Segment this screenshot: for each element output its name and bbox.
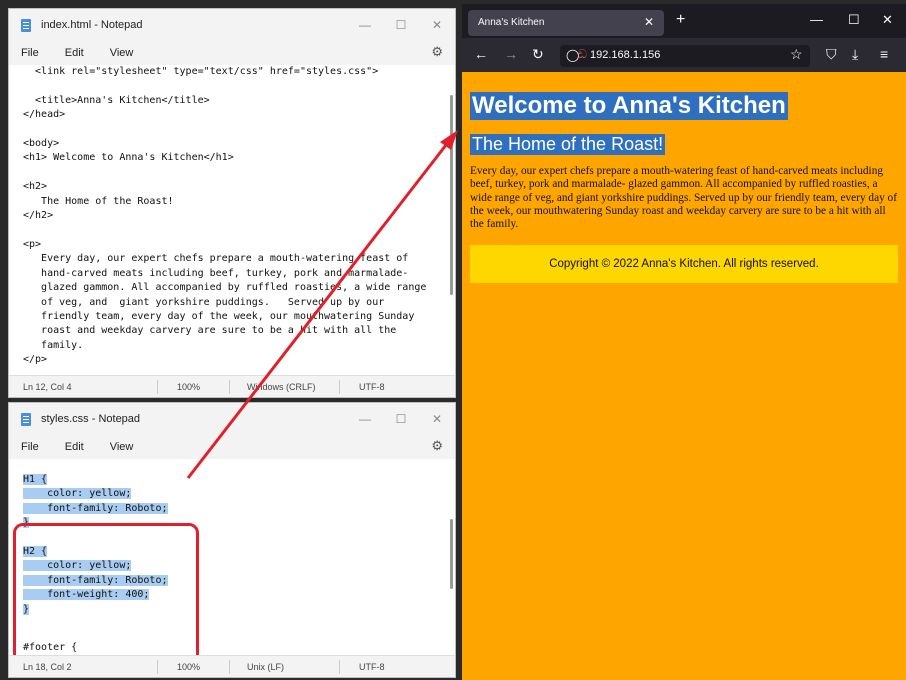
- cursor-position: Ln 12, Col 4: [23, 382, 72, 392]
- annotation-highlight-box: [13, 523, 199, 655]
- line-ending: Unix (LF): [247, 662, 285, 672]
- zoom-level: 100%: [177, 382, 201, 392]
- web-page-content: Welcome to Anna's Kitchen The Home of th…: [462, 72, 906, 284]
- scrollbar[interactable]: [450, 519, 453, 589]
- notepad-titlebar[interactable]: index.html - Notepad — ☐ ✕: [9, 9, 455, 41]
- new-tab-button[interactable]: +: [676, 11, 685, 29]
- zoom-level: 100%: [177, 662, 201, 672]
- notepad-icon: [21, 412, 31, 426]
- notepad-title: index.html - Notepad: [41, 19, 143, 31]
- reload-icon[interactable]: ↻: [532, 46, 544, 63]
- menu-bar: File Edit View ⚙: [9, 41, 455, 65]
- back-icon[interactable]: ←: [474, 46, 488, 62]
- editor-area[interactable]: H1 { color: yellow; font-family: Roboto;…: [9, 459, 455, 655]
- menu-edit[interactable]: Edit: [65, 47, 84, 59]
- line-ending: Windows (CRLF): [247, 382, 316, 392]
- maximize-button[interactable]: ☐: [383, 18, 419, 32]
- close-tab-icon[interactable]: ✕: [644, 15, 654, 29]
- menu-icon[interactable]: ≡: [880, 46, 888, 62]
- menu-view[interactable]: View: [110, 47, 134, 59]
- status-bar: Ln 18, Col 2 100% Unix (LF) UTF-8: [9, 655, 455, 677]
- notepad-icon: [21, 18, 31, 32]
- tab-annas-kitchen[interactable]: Anna's Kitchen ✕: [468, 10, 664, 36]
- page-footer: Copyright © 2022 Anna's Kitchen. All rig…: [470, 245, 898, 284]
- download-icon[interactable]: ⤓: [852, 46, 858, 63]
- address-bar[interactable]: ◯ ඞ 192.168.1.156: [560, 45, 810, 67]
- notepad-window-index: index.html - Notepad — ☐ ✕ File Edit Vie…: [8, 8, 456, 398]
- gear-icon[interactable]: ⚙: [431, 438, 443, 454]
- menu-file[interactable]: File: [21, 441, 39, 453]
- menu-bar: File Edit View ⚙: [9, 435, 455, 459]
- minimize-button[interactable]: —: [347, 18, 383, 32]
- navigation-bar: ← → ↻ ◯ ඞ 192.168.1.156 ☆ ⛉ ⤓ ≡: [462, 38, 906, 72]
- minimize-button[interactable]: —: [347, 412, 383, 426]
- url-text: 192.168.1.156: [590, 49, 661, 61]
- menu-view[interactable]: View: [110, 441, 134, 453]
- tab-strip: Anna's Kitchen ✕ + — ☐ ✕: [462, 4, 906, 38]
- lock-icon[interactable]: ඞ: [578, 47, 587, 62]
- close-button[interactable]: ✕: [419, 412, 455, 426]
- notepad-titlebar[interactable]: styles.css - Notepad — ☐ ✕: [9, 403, 455, 435]
- tab-title: Anna's Kitchen: [478, 17, 545, 28]
- editor-text[interactable]: <link rel="stylesheet" type="text/css" h…: [9, 65, 455, 368]
- status-bar: Ln 12, Col 4 100% Windows (CRLF) UTF-8: [9, 375, 455, 397]
- encoding: UTF-8: [359, 662, 385, 672]
- close-button[interactable]: ✕: [419, 18, 455, 32]
- forward-icon[interactable]: →: [504, 46, 518, 62]
- scrollbar[interactable]: [450, 95, 453, 295]
- pocket-icon[interactable]: ⛉: [826, 46, 837, 63]
- browser-window: Anna's Kitchen ✕ + — ☐ ✕ ← → ↻ ◯ ඞ 192.1…: [462, 4, 906, 680]
- maximize-button[interactable]: ☐: [848, 12, 860, 28]
- page-heading: Welcome to Anna's Kitchen: [470, 92, 788, 120]
- minimize-button[interactable]: —: [810, 12, 823, 27]
- maximize-button[interactable]: ☐: [383, 412, 419, 426]
- gear-icon[interactable]: ⚙: [431, 44, 443, 60]
- page-paragraph: Every day, our expert chefs prepare a mo…: [470, 165, 897, 231]
- menu-edit[interactable]: Edit: [65, 441, 84, 453]
- star-icon[interactable]: ☆: [790, 46, 803, 63]
- menu-file[interactable]: File: [21, 47, 39, 59]
- close-button[interactable]: ✕: [882, 12, 893, 28]
- notepad-title: styles.css - Notepad: [41, 413, 141, 425]
- encoding: UTF-8: [359, 382, 385, 392]
- notepad-window-styles: styles.css - Notepad — ☐ ✕ File Edit Vie…: [8, 402, 456, 678]
- cursor-position: Ln 18, Col 2: [23, 662, 72, 672]
- page-subheading: The Home of the Roast!: [470, 134, 666, 155]
- editor-area[interactable]: <link rel="stylesheet" type="text/css" h…: [9, 65, 455, 375]
